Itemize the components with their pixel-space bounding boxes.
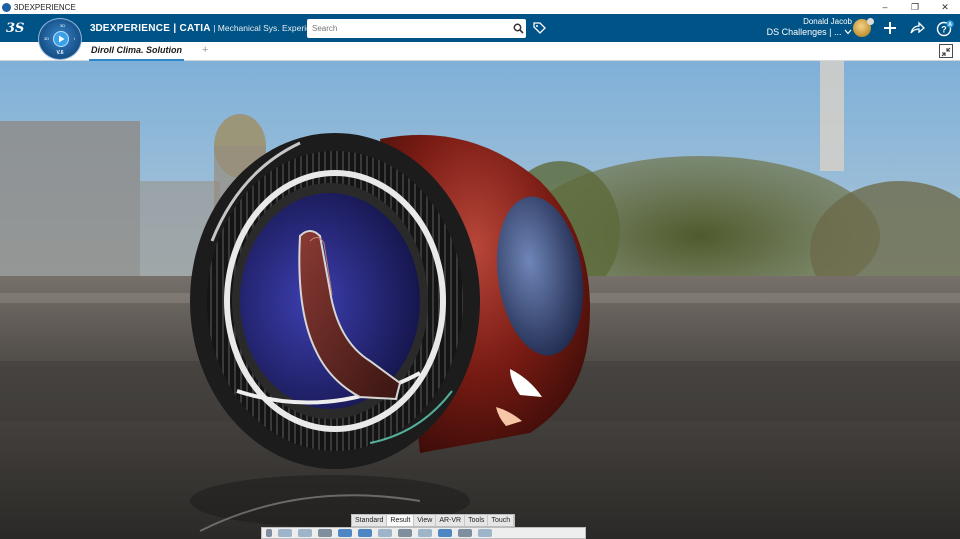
action-icon-2[interactable] [298, 529, 312, 537]
chevron-down-icon[interactable] [266, 529, 272, 537]
window-title: 3DEXPERIENCE [14, 2, 76, 12]
action-tab-tools[interactable]: Tools [465, 515, 489, 526]
action-icon-11[interactable] [478, 529, 492, 537]
compass-version: V.6 [56, 50, 64, 56]
compass-label-right: i [74, 36, 75, 41]
search-input[interactable] [307, 20, 510, 37]
search-icon[interactable] [510, 21, 526, 37]
top-bar: 3S 3DEXPERIENCE | CATIA | Mechanical Sys… [0, 14, 960, 42]
action-icon-3[interactable] [318, 529, 332, 537]
tag-icon[interactable] [531, 20, 547, 36]
compass-widget[interactable]: 3D 3D i V.6 [38, 18, 82, 60]
action-tab-view[interactable]: View [414, 515, 437, 526]
action-icon-5[interactable] [358, 529, 372, 537]
action-tab-touch[interactable]: Touch [488, 515, 515, 526]
action-icon-6[interactable] [378, 529, 392, 537]
add-icon[interactable] [882, 20, 898, 36]
app-icon [2, 2, 11, 12]
os-title-bar: 3DEXPERIENCE – ❐ ✕ [0, 0, 960, 14]
add-tab-button[interactable]: + [202, 44, 208, 56]
chevron-down-icon [844, 29, 852, 35]
action-tab-ar-vr[interactable]: AR-VR [436, 515, 466, 526]
action-icon-7[interactable] [398, 529, 412, 537]
close-button[interactable]: ✕ [930, 0, 960, 14]
restore-button[interactable]: ❐ [900, 0, 930, 14]
action-icon-9[interactable] [438, 529, 452, 537]
app-window: 3DEXPERIENCE – ❐ ✕ 3S 3DEXPERIENCE | CAT… [0, 0, 960, 539]
tab-bar: Diroll Clima. Solution + [0, 42, 960, 61]
collab-space-label: DS Challenges | ... [766, 27, 842, 37]
brand-name: EXPERIENCE | CATIA [102, 22, 211, 34]
user-menu[interactable]: Donald Jacob DS Challenges | ... [767, 16, 852, 38]
action-bar [261, 527, 586, 539]
action-icon-4[interactable] [338, 529, 352, 537]
ds-logo[interactable]: 3S [6, 21, 34, 36]
action-bar-tabs: Standard Result View AR-VR Tools Touch [351, 514, 516, 527]
help-icon[interactable]: ? A [936, 20, 954, 37]
share-icon[interactable] [909, 20, 925, 36]
minimize-button[interactable]: – [870, 0, 900, 14]
action-icon-8[interactable] [418, 529, 432, 537]
collab-space: DS Challenges | ... [767, 27, 852, 38]
brand-app: | Mechanical Sys. Experie... [210, 22, 318, 33]
status-dot [867, 18, 874, 25]
brand-prefix: 3D [90, 22, 103, 34]
tab-diroll-clima-solution[interactable]: Diroll Clima. Solution [89, 42, 185, 61]
svg-text:?: ? [941, 25, 947, 35]
search-box [307, 19, 526, 38]
app-brand: 3DEXPERIENCE | CATIA | Mechanical Sys. E… [90, 23, 318, 34]
3d-viewport[interactable] [0, 61, 960, 539]
compass-label-top: 3D [60, 23, 66, 28]
action-tab-standard[interactable]: Standard [352, 515, 388, 526]
play-icon[interactable] [53, 31, 69, 47]
collapse-icon[interactable] [939, 44, 953, 58]
vehicle-render [0, 61, 960, 539]
action-icon-1[interactable] [278, 529, 292, 537]
action-tab-result[interactable]: Result [387, 515, 415, 526]
user-name: Donald Jacob [803, 17, 852, 26]
action-icon-10[interactable] [458, 529, 472, 537]
help-badge: A [948, 22, 952, 28]
compass-label-left: 3D [44, 36, 50, 41]
